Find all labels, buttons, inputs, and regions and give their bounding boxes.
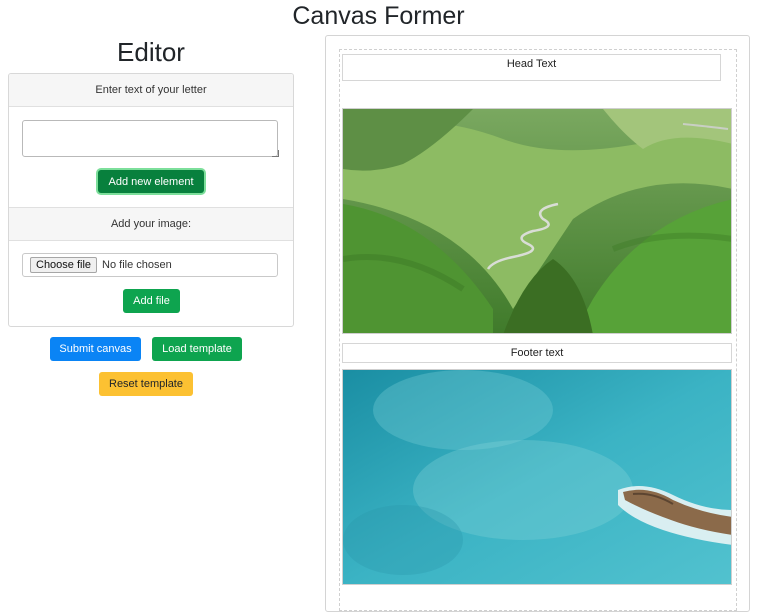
reset-template-button[interactable]: Reset template [99,372,193,396]
image-section-body: Choose file No file chosen Add file [9,241,293,326]
choose-file-button[interactable]: Choose file [30,257,98,273]
resize-grip-icon[interactable] [272,150,279,157]
canvas-image-sea[interactable] [342,369,732,585]
canvas-text-footer[interactable]: Footer text [342,343,732,363]
canvas-image-valley[interactable] [342,108,732,334]
add-new-element-button[interactable]: Add new element [98,170,204,193]
canvas-text-head[interactable]: Head Text [342,54,721,81]
valley-photo [343,109,731,333]
file-input[interactable]: Choose file No file chosen [22,253,278,277]
text-section-header: Enter text of your letter [9,74,293,107]
submit-canvas-button[interactable]: Submit canvas [50,337,141,361]
sea-photo [343,370,731,584]
text-section-body: Add new element [9,107,293,207]
letter-text-input[interactable] [22,120,278,157]
editor-title: Editor [117,37,185,67]
file-status-text: No file chosen [102,259,172,271]
editor-card: Enter text of your letter Add new elemen… [8,73,294,327]
add-file-button[interactable]: Add file [123,289,180,313]
app-title: Canvas Former [292,2,465,30]
image-section-header: Add your image: [9,207,293,241]
load-template-button[interactable]: Load template [152,337,242,361]
